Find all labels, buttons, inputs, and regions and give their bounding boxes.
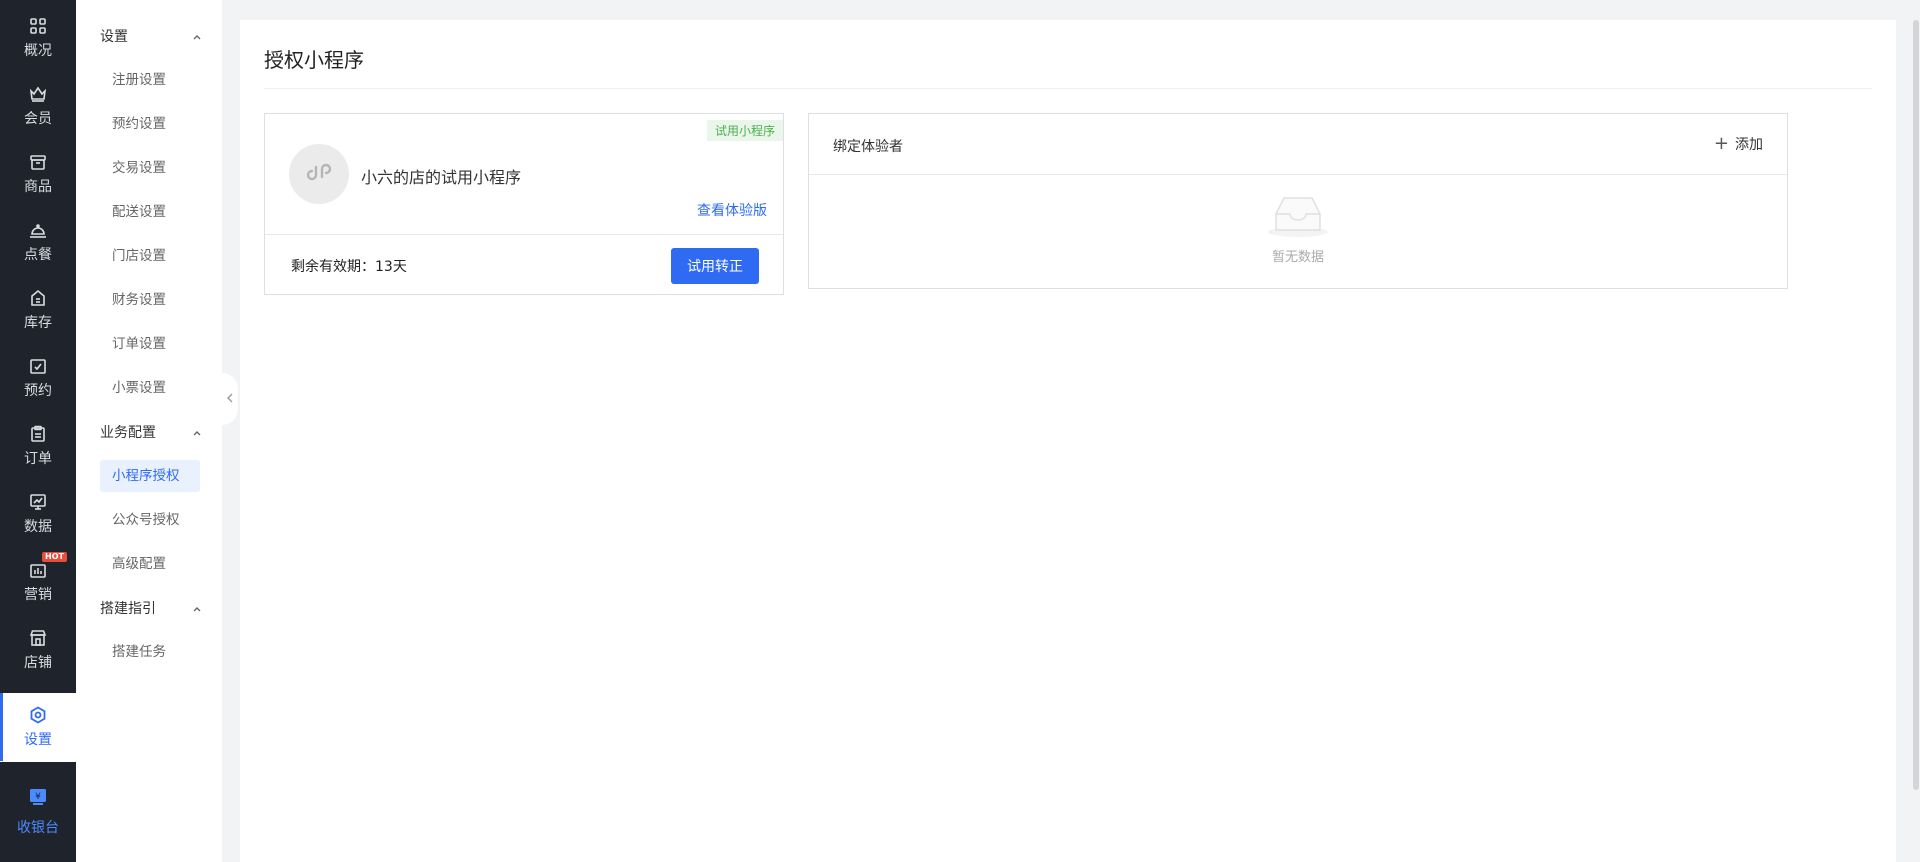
subnav-item-build-task[interactable]: 搭建任务	[100, 636, 200, 668]
divider	[809, 174, 1787, 175]
subnav-item-order[interactable]: 订单设置	[100, 328, 200, 360]
subnav-item-booking[interactable]: 预约设置	[100, 108, 200, 140]
subnav-group-guide[interactable]: 搭建指引	[100, 596, 222, 620]
rail-item-label: 订单	[24, 451, 52, 467]
subnav-item-trade[interactable]: 交易设置	[100, 152, 200, 184]
cashier-icon: ¥	[28, 787, 48, 811]
rail-item-label: 收银台	[17, 820, 59, 836]
subnav-group-title: 设置	[100, 29, 128, 45]
subnav-group-business[interactable]: 业务配置	[100, 420, 222, 444]
testers-card-title: 绑定体验者	[833, 139, 903, 155]
divider	[264, 88, 1872, 89]
subnav-item-miniprogram-auth[interactable]: 小程序授权	[100, 460, 200, 492]
calendar-check-icon	[28, 356, 48, 376]
rail-item-label: 营销	[24, 587, 52, 603]
rail-item-label: 点餐	[24, 247, 52, 263]
miniprogram-name: 小六的店的试用小程序	[361, 168, 522, 187]
rail-item-orders[interactable]: 订单	[0, 412, 76, 480]
rail-item-label: 会员	[24, 111, 52, 127]
hot-badge: HOT	[42, 552, 67, 562]
subnav-item-receipt[interactable]: 小票设置	[100, 372, 200, 404]
cloche-icon	[28, 220, 48, 240]
crown-icon	[28, 84, 48, 104]
chevron-up-icon	[192, 426, 202, 442]
testers-card: 绑定体验者 + 添加 暂无数据	[808, 113, 1788, 289]
miniprogram-card: 试用小程序 小六的店的试用小程序 查看体验版 剩余有效期：13天 试用转正	[264, 113, 784, 295]
rail-item-data[interactable]: 数据	[0, 480, 76, 548]
subnav-item-finance[interactable]: 财务设置	[100, 284, 200, 316]
rail-item-booking[interactable]: 预约	[0, 344, 76, 412]
rail-item-inventory[interactable]: 库存	[0, 276, 76, 344]
rail-item-settings[interactable]: 设置	[0, 693, 76, 761]
rail-item-ordering[interactable]: 点餐	[0, 208, 76, 276]
empty-inbox-icon	[1266, 194, 1330, 242]
rail-item-overview[interactable]: 概况	[0, 4, 76, 72]
rail-item-store[interactable]: 店铺	[0, 616, 76, 684]
subnav-item-official-account-auth[interactable]: 公众号授权	[100, 504, 200, 536]
view-trial-version-link[interactable]: 查看体验版	[697, 200, 767, 220]
gear-icon	[28, 705, 48, 725]
main-rail: 概况 会员 商品 点餐 库存 预约 订单 数据 HOT 营销 店铺 设置 ¥ 收…	[0, 0, 76, 862]
chevron-up-icon	[192, 30, 202, 46]
add-tester-button[interactable]: + 添加	[1714, 134, 1763, 154]
rail-item-label: 数据	[24, 519, 52, 535]
main-panel: 授权小程序 试用小程序 小六的店的试用小程序 查看体验版 剩余有效期：13天 试…	[240, 20, 1896, 862]
subnav-group-settings[interactable]: 设置	[100, 24, 222, 48]
rail-item-label: 商品	[24, 179, 52, 195]
convert-to-official-button[interactable]: 试用转正	[671, 248, 759, 284]
chart-icon	[28, 492, 48, 512]
rail-item-label: 预约	[24, 383, 52, 399]
add-tester-label: 添加	[1735, 137, 1763, 153]
subnav-item-advanced[interactable]: 高级配置	[100, 548, 200, 580]
miniprogram-logo-icon	[305, 158, 333, 190]
chevron-left-icon	[226, 392, 234, 406]
rail-item-label: 概况	[24, 43, 52, 59]
trial-tag: 试用小程序	[706, 120, 783, 141]
empty-state: 暂无数据	[809, 194, 1787, 265]
chevron-up-icon	[192, 602, 202, 618]
divider	[265, 234, 783, 235]
miniprogram-avatar	[289, 144, 349, 204]
svg-text:¥: ¥	[35, 792, 41, 802]
subnav-group-title: 搭建指引	[100, 601, 156, 617]
scrollbar-thumb[interactable]	[1913, 20, 1919, 790]
subnav-item-store[interactable]: 门店设置	[100, 240, 200, 272]
empty-state-text: 暂无数据	[1271, 250, 1324, 265]
subnav-item-delivery[interactable]: 配送设置	[100, 196, 200, 228]
rail-item-label: 库存	[24, 315, 52, 331]
grid-icon	[28, 16, 48, 36]
expiry-text: 剩余有效期：13天	[291, 259, 407, 275]
collapse-sidebar-handle[interactable]	[222, 373, 238, 425]
subnav-group-title: 业务配置	[100, 425, 156, 441]
rail-item-member[interactable]: 会员	[0, 72, 76, 140]
subnav-item-register[interactable]: 注册设置	[100, 64, 200, 96]
inventory-icon	[28, 288, 48, 308]
clipboard-icon	[28, 424, 48, 444]
rail-item-marketing[interactable]: HOT 营销	[0, 548, 76, 616]
store-icon	[28, 628, 48, 648]
rail-item-goods[interactable]: 商品	[0, 140, 76, 208]
page-title: 授权小程序	[264, 48, 364, 72]
rail-item-label: 设置	[24, 732, 52, 748]
plus-icon: +	[1713, 133, 1729, 154]
rail-item-label: 店铺	[24, 655, 52, 671]
rail-item-cashier[interactable]: ¥ 收银台	[0, 762, 76, 862]
box-icon	[28, 152, 48, 172]
marketing-icon: HOT	[28, 552, 67, 580]
settings-subnav: 设置 注册设置 预约设置 交易设置 配送设置 门店设置 财务设置 订单设置 小票…	[76, 0, 222, 862]
